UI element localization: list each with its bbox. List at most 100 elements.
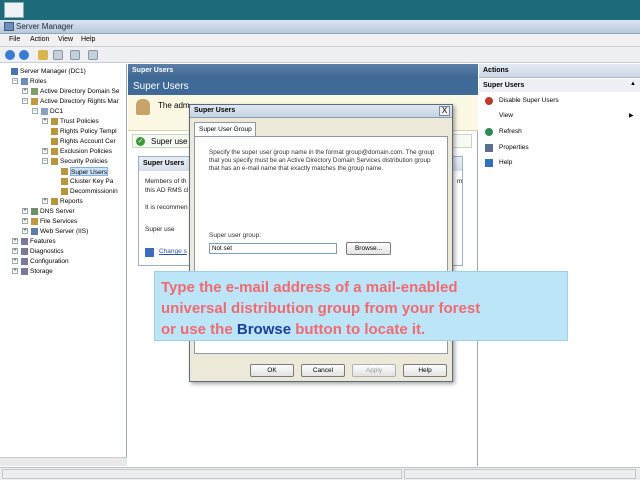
instruction-callout: Type the e-mail address of a mail-enable… (154, 271, 568, 341)
actions-section-header[interactable]: Super Users ▲ (479, 79, 640, 92)
tree-item[interactable]: Server Manager (DC1) (20, 67, 86, 76)
close-icon[interactable]: X (439, 106, 450, 116)
help-button[interactable]: Help (403, 364, 447, 377)
tree-item[interactable]: Diagnostics (30, 247, 64, 256)
tree-expander-icon[interactable]: + (22, 228, 28, 234)
action-label: Help (499, 159, 513, 166)
properties-icon (485, 144, 493, 152)
tree-item[interactable]: DNS Server (40, 207, 75, 216)
tree-expander-icon[interactable]: + (12, 238, 18, 244)
right-fragment: m (457, 178, 463, 185)
server-manager-icon (4, 22, 14, 31)
tree-node-icon (21, 78, 28, 85)
tree-item[interactable]: Active Directory Rights Mar (40, 97, 119, 106)
callout-line-3: or use the Browse button to locate it. (161, 319, 561, 340)
recommendation-text: It is recommen (145, 204, 188, 211)
tab-super-user-group[interactable]: Super User Group (194, 122, 256, 136)
action-label: View (499, 112, 513, 119)
tree-node-icon (31, 98, 38, 105)
forward-icon[interactable] (19, 50, 29, 60)
tree-node-icon (21, 238, 28, 245)
group-description-line2: this AD RMS cl (145, 187, 189, 194)
properties-toolbar-icon[interactable] (70, 50, 80, 60)
actions-header: Actions (479, 64, 640, 78)
dialog-description: Specify the super user group name in the… (209, 149, 435, 172)
tree-item[interactable]: Decommissionin (70, 187, 118, 196)
tree-node-icon (31, 228, 38, 235)
tree-expander-icon[interactable]: + (22, 208, 28, 214)
tree-node-icon (51, 148, 58, 155)
tree-expander-icon[interactable]: − (12, 78, 18, 84)
tree-node-icon (51, 198, 58, 205)
tree-expander-icon[interactable]: + (42, 198, 48, 204)
menu-help[interactable]: Help (81, 36, 95, 43)
tree-item[interactable]: Roles (30, 77, 47, 86)
tree-expander-icon[interactable]: − (42, 158, 48, 164)
dialog-title: Super Users (190, 105, 452, 118)
user-icon (136, 99, 150, 115)
action-label: Properties (499, 144, 529, 151)
tree-item[interactable]: Rights Policy Templ (60, 127, 117, 136)
tree-item[interactable]: Security Policies (60, 157, 108, 166)
tree-node-icon (41, 108, 48, 115)
tree-item[interactable]: Web Server (IIS) (40, 227, 88, 236)
cancel-button[interactable]: Cancel (301, 364, 345, 377)
tree-item[interactable]: Reports (60, 197, 83, 206)
tree-node-icon (61, 188, 68, 195)
tree-item[interactable]: Trust Policies (60, 117, 99, 126)
tree-item[interactable]: Cluster Key Pa (70, 177, 113, 186)
callout-text-pre: or use the (161, 321, 237, 338)
menu-view[interactable]: View (58, 36, 73, 43)
tree-expander-icon[interactable]: − (32, 108, 38, 114)
tree-expander-icon[interactable]: + (12, 258, 18, 264)
tree-expander-icon[interactable]: + (12, 248, 18, 254)
tree-expander-icon[interactable]: + (12, 268, 18, 274)
ok-button[interactable]: OK (250, 364, 294, 377)
change-super-user-link[interactable]: Change s (159, 248, 187, 255)
menu-bar: File Action View Help (0, 34, 640, 47)
desktop-shortcut-icon[interactable] (4, 2, 24, 18)
collapse-caret-icon[interactable]: ▲ (630, 81, 636, 87)
show-hide-tree-icon[interactable] (53, 50, 63, 60)
help-toolbar-icon[interactable] (88, 50, 98, 60)
up-folder-icon[interactable] (38, 50, 48, 60)
desktop-background (0, 0, 640, 20)
tree-item[interactable]: Active Directory Domain Se (40, 87, 119, 96)
browse-button[interactable]: Browse... (346, 242, 391, 255)
apply-button[interactable]: Apply (352, 364, 396, 377)
super-user-group-input[interactable] (209, 243, 337, 254)
action-label: Refresh (499, 128, 522, 135)
page-title: Super Users (128, 78, 478, 95)
menu-file[interactable]: File (9, 36, 20, 43)
tree-expander-icon[interactable]: − (22, 98, 28, 104)
tree-item[interactable]: Super Users (70, 167, 109, 176)
tree-node-icon (61, 168, 68, 175)
back-icon[interactable] (5, 50, 15, 60)
arrow-icon (145, 248, 154, 257)
center-header: Super Users (128, 64, 478, 78)
actions-section-label: Super Users (483, 82, 525, 89)
menu-action[interactable]: Action (30, 36, 49, 43)
tree-item[interactable]: Storage (30, 267, 53, 276)
tree-item[interactable]: Exclusion Policies (60, 147, 112, 156)
status-bar (0, 467, 640, 480)
tree-expander-icon[interactable]: + (42, 118, 48, 124)
tree-item[interactable]: Rights Account Cer (60, 137, 116, 146)
tree-node-icon (51, 118, 58, 125)
tree-node-icon (31, 208, 38, 215)
tree-item[interactable]: File Services (40, 217, 77, 226)
tree-horizontal-scrollbar[interactable] (0, 457, 127, 466)
tree-expander-icon[interactable]: + (42, 148, 48, 154)
tree-node-icon (31, 88, 38, 95)
callout-browse-highlight: Browse (236, 321, 292, 338)
tree-expander-icon[interactable]: + (22, 218, 28, 224)
window-titlebar: Server Manager (0, 20, 640, 34)
tree-item[interactable]: Configuration (30, 257, 69, 266)
tree-item[interactable]: DC1 (50, 107, 63, 116)
tree-node-icon (61, 178, 68, 185)
tree-expander-icon[interactable]: + (22, 88, 28, 94)
tree-node-icon (21, 258, 28, 265)
status-text: Super use (151, 137, 188, 146)
callout-text-post: button to locate it. (291, 321, 426, 338)
tree-item[interactable]: Features (30, 237, 56, 246)
